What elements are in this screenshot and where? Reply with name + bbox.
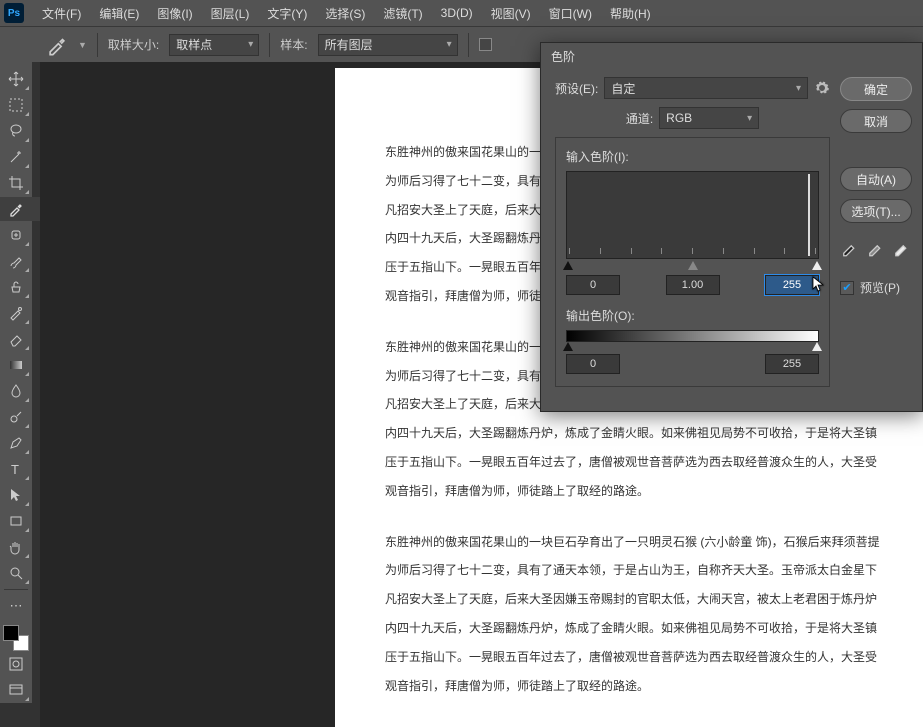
preview-checkbox[interactable]: ✔: [840, 281, 854, 295]
dialog-title: 色阶: [551, 48, 575, 65]
history-brush-tool[interactable]: [2, 301, 30, 325]
svg-text:T: T: [11, 462, 19, 477]
edit-toolbar[interactable]: ⋯: [2, 594, 30, 618]
toolbar: T ⋯: [0, 62, 32, 703]
blur-tool[interactable]: [2, 379, 30, 403]
black-point-handle[interactable]: [563, 261, 573, 270]
sample-layer-label: 样本:: [280, 36, 307, 53]
menu-file[interactable]: 文件(F): [34, 1, 89, 26]
rectangle-tool[interactable]: [2, 509, 30, 533]
color-swatches[interactable]: [3, 625, 29, 651]
doc-paragraph: 东胜神州的傲来国花果山的一块巨石孕育出了一只明灵石猴 (六小龄童 饰)，石猴后来…: [385, 528, 885, 701]
marquee-tool[interactable]: [2, 93, 30, 117]
output-gradient: [566, 330, 819, 342]
levels-dialog: 色阶 预设(E): 自定 通道: RGB 输入色阶(I):: [540, 42, 923, 412]
app-logo: Ps: [4, 3, 24, 23]
cancel-button[interactable]: 取消: [840, 109, 912, 133]
clone-stamp-tool[interactable]: [2, 275, 30, 299]
input-levels-label: 输入色阶(I):: [566, 150, 629, 164]
black-eyedropper-icon[interactable]: [840, 237, 860, 257]
menu-help[interactable]: 帮助(H): [602, 1, 659, 26]
eraser-tool[interactable]: [2, 327, 30, 351]
input-slider[interactable]: [566, 261, 819, 273]
menu-window[interactable]: 窗口(W): [541, 1, 600, 26]
white-point-handle[interactable]: [812, 261, 822, 270]
auto-button[interactable]: 自动(A): [840, 167, 912, 191]
input-levels-panel: 输入色阶(I): 0 1.00 255 输出色阶(O):: [555, 137, 830, 387]
menu-type[interactable]: 文字(Y): [259, 1, 315, 26]
path-select-tool[interactable]: [2, 483, 30, 507]
menu-view[interactable]: 视图(V): [483, 1, 539, 26]
brush-tool[interactable]: [2, 249, 30, 273]
menu-edit[interactable]: 编辑(E): [91, 1, 147, 26]
sample-size-label: 取样大小:: [108, 36, 159, 53]
preview-label: 预览(P): [860, 279, 900, 296]
input-gamma-field[interactable]: 1.00: [666, 275, 720, 295]
sample-size-select[interactable]: 取样点: [169, 34, 259, 56]
menu-filter[interactable]: 滤镜(T): [375, 1, 430, 26]
menubar: Ps 文件(F) 编辑(E) 图像(I) 图层(L) 文字(Y) 选择(S) 滤…: [0, 0, 923, 26]
move-tool[interactable]: [2, 67, 30, 91]
dodge-tool[interactable]: [2, 405, 30, 429]
pen-tool[interactable]: [2, 431, 30, 455]
quick-mask-toggle[interactable]: [2, 652, 30, 676]
output-black-handle[interactable]: [563, 342, 573, 351]
histogram: [566, 171, 819, 259]
output-black-field[interactable]: 0: [566, 354, 620, 374]
gear-icon[interactable]: [814, 80, 830, 96]
channel-select[interactable]: RGB: [659, 107, 759, 129]
input-black-field[interactable]: 0: [566, 275, 620, 295]
preset-label: 预设(E):: [555, 80, 598, 97]
options-button[interactable]: 选项(T)...: [840, 199, 912, 223]
menu-select[interactable]: 选择(S): [317, 1, 373, 26]
eyedropper-icon: [46, 34, 68, 56]
preset-select[interactable]: 自定: [604, 77, 808, 99]
dialog-titlebar[interactable]: 色阶: [541, 43, 922, 69]
ok-button[interactable]: 确定: [840, 77, 912, 101]
output-white-handle[interactable]: [812, 342, 822, 351]
type-tool[interactable]: T: [2, 457, 30, 481]
gamma-handle[interactable]: [688, 261, 698, 270]
output-white-field[interactable]: 255: [765, 354, 819, 374]
show-sampling-ring-checkbox[interactable]: [479, 38, 492, 51]
menu-layer[interactable]: 图层(L): [203, 1, 258, 26]
screen-mode-toggle[interactable]: [2, 678, 30, 702]
hand-tool[interactable]: [2, 535, 30, 559]
channel-label: 通道:: [626, 110, 653, 127]
input-white-field[interactable]: 255: [765, 275, 819, 295]
magic-wand-tool[interactable]: [2, 145, 30, 169]
output-slider[interactable]: [566, 342, 819, 354]
menu-image[interactable]: 图像(I): [149, 1, 200, 26]
gradient-tool[interactable]: [2, 353, 30, 377]
sample-layer-select[interactable]: 所有图层: [318, 34, 458, 56]
crop-tool[interactable]: [2, 171, 30, 195]
output-levels-label: 输出色阶(O):: [566, 307, 819, 324]
lasso-tool[interactable]: [2, 119, 30, 143]
white-eyedropper-icon[interactable]: [892, 237, 912, 257]
gray-eyedropper-icon[interactable]: [866, 237, 886, 257]
menu-3d[interactable]: 3D(D): [433, 2, 481, 24]
healing-tool[interactable]: [2, 223, 30, 247]
chevron-down-icon[interactable]: ▼: [78, 40, 87, 50]
zoom-tool[interactable]: [2, 561, 30, 585]
